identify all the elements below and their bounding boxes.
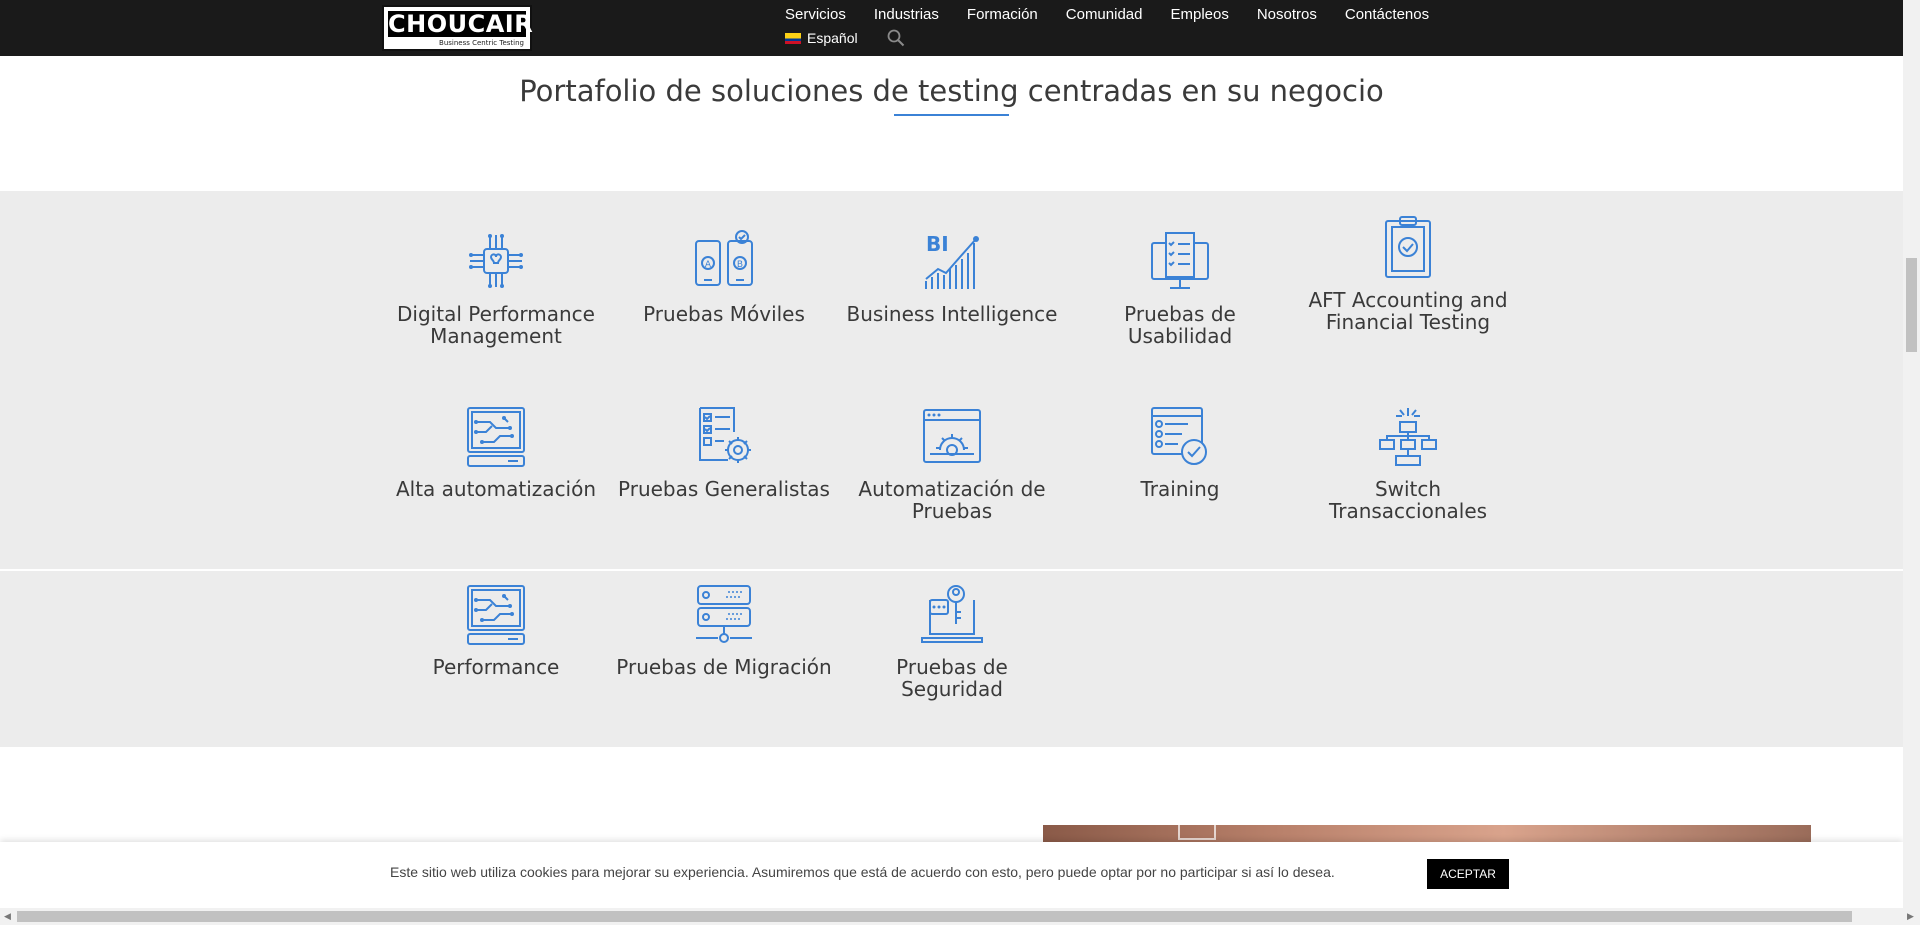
tile-pruebas-generalistas[interactable]: Pruebas Generalistas <box>610 404 838 500</box>
svg-text:A: A <box>705 260 712 270</box>
tile-performance[interactable]: Performance <box>382 582 610 678</box>
search-icon[interactable] <box>887 29 905 47</box>
tile-business-intelligence[interactable]: BI Business Intelligence <box>838 229 1066 325</box>
nav-nosotros[interactable]: Nosotros <box>1257 6 1317 23</box>
mobile-ab-icon: A B <box>695 230 753 286</box>
network-switch-icon <box>1379 408 1437 466</box>
tile-aft-accounting[interactable]: AFT Accounting and Financial Testing <box>1294 215 1522 333</box>
tile-label: Pruebas de Usabilidad <box>1124 302 1236 348</box>
tile-pruebas-migracion[interactable]: Pruebas de Migración <box>610 582 838 678</box>
language-selector[interactable]: Español <box>785 30 858 46</box>
logo-text: CHOUCAIR <box>388 10 534 38</box>
tile-label: Pruebas Móviles <box>643 302 805 326</box>
nav-servicios[interactable]: Servicios <box>785 6 846 23</box>
tile-digital-performance[interactable]: Digital Performance Management <box>382 229 610 347</box>
tile-pruebas-usabilidad[interactable]: Pruebas de Usabilidad <box>1066 229 1294 347</box>
tile-label: Business Intelligence <box>846 302 1058 326</box>
title-underline <box>894 114 1009 116</box>
accept-cookies-button[interactable]: ACEPTAR <box>1427 859 1509 889</box>
tile-label: Pruebas Generalistas <box>618 477 830 501</box>
laptop-key-icon <box>921 585 983 643</box>
tile-label: Pruebas de Seguridad <box>896 655 1008 701</box>
checklist-check-icon <box>1151 407 1207 465</box>
browser-gear-icon <box>923 409 981 463</box>
nav-industrias[interactable]: Industrias <box>874 6 939 23</box>
bi-chart-icon: BI <box>925 232 979 289</box>
circuit-monitor-icon <box>467 407 525 467</box>
colombia-flag-icon <box>785 32 801 44</box>
scroll-right-arrow-icon[interactable]: ▶ <box>1907 911 1914 922</box>
vertical-scrollbar-thumb[interactable] <box>1906 258 1917 352</box>
tile-alta-automatizacion[interactable]: Alta automatización <box>382 404 610 500</box>
tile-label: Pruebas de Migración <box>616 655 832 679</box>
tile-label: Automatización de Pruebas <box>858 477 1046 523</box>
tile-switch-transaccionales[interactable]: Switch Transaccionales <box>1294 404 1522 522</box>
circuit-monitor-icon <box>467 585 525 645</box>
vertical-scrollbar[interactable] <box>1903 0 1920 908</box>
svg-text:B: B <box>737 260 743 270</box>
usability-monitor-icon <box>1151 232 1209 289</box>
tile-pruebas-moviles[interactable]: A B Pruebas Móviles <box>610 229 838 325</box>
tile-label: Training <box>1140 477 1220 501</box>
chip-brain-icon <box>469 234 523 288</box>
tile-training[interactable]: Training <box>1066 404 1294 500</box>
logo-tagline: Business Centric Testing <box>439 39 524 47</box>
horizontal-scrollbar-thumb[interactable] <box>17 911 1852 922</box>
language-label: Español <box>807 30 858 46</box>
server-migration-icon <box>696 585 752 643</box>
nav-comunidad[interactable]: Comunidad <box>1066 6 1143 23</box>
photo-overlay-mark <box>1178 820 1216 840</box>
tile-label: AFT Accounting and Financial Testing <box>1308 288 1508 334</box>
cookie-banner: Este sitio web utiliza cookies para mejo… <box>0 842 1903 908</box>
tile-label: Performance <box>432 655 560 679</box>
choucair-logo[interactable]: CHOUCAIR Business Centric Testing <box>382 5 534 51</box>
tile-label: Switch Transaccionales <box>1328 477 1488 523</box>
nav-formacion[interactable]: Formación <box>967 6 1038 23</box>
main-nav: Servicios Industrias Formación Comunidad… <box>785 6 1457 23</box>
cookie-text: Este sitio web utiliza cookies para mejo… <box>390 864 1335 880</box>
tile-label: Digital Performance Management <box>397 302 595 348</box>
svg-text:BI: BI <box>926 232 949 256</box>
clipboard-check-icon <box>1385 216 1431 278</box>
scroll-left-arrow-icon[interactable]: ◀ <box>4 911 11 922</box>
tile-pruebas-seguridad[interactable]: Pruebas de Seguridad <box>838 582 1066 700</box>
checklist-gear-icon <box>699 407 751 463</box>
tile-label: Alta automatización <box>395 477 597 501</box>
nav-empleos[interactable]: Empleos <box>1170 6 1228 23</box>
nav-contactenos[interactable]: Contáctenos <box>1345 6 1429 23</box>
section-title: Portafolio de soluciones de testing cent… <box>519 74 1384 108</box>
tile-automatizacion-pruebas[interactable]: Automatización de Pruebas <box>838 404 1066 522</box>
